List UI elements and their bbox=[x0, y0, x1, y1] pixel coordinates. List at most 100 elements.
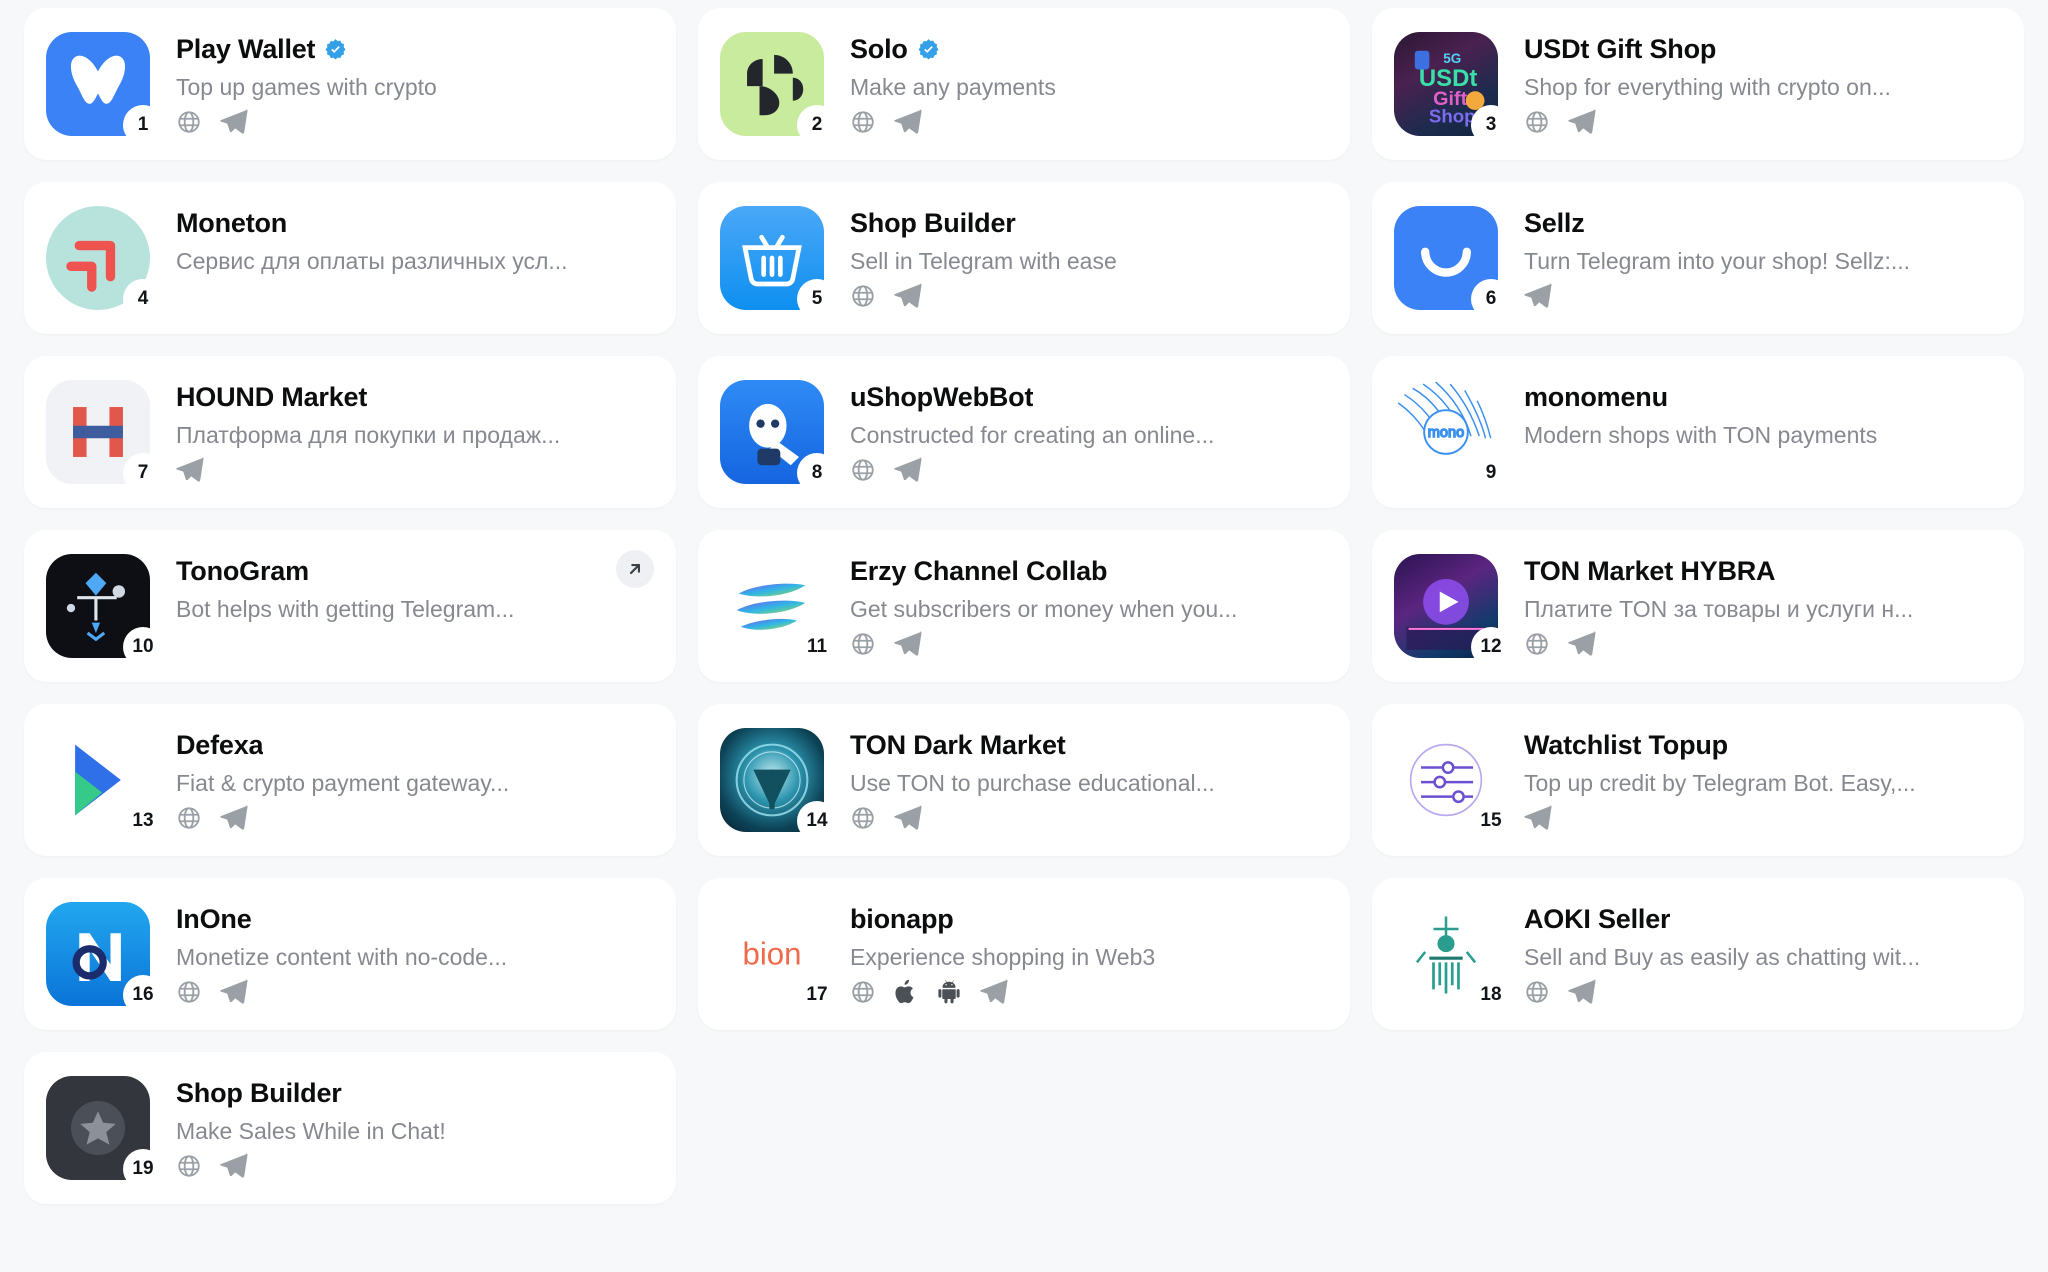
app-card[interactable]: 5G USDt Gift Shop 3 USDt Gift Shop Shop for… bbox=[1372, 8, 2024, 160]
app-card[interactable]: 18 AOKI Seller Sell and Buy as easily as… bbox=[1372, 878, 2024, 1030]
app-info: AOKI Seller Sell and Buy as easily as ch… bbox=[1524, 904, 1998, 1005]
app-card[interactable]: bion 17 bionapp Experience shopping in W… bbox=[698, 878, 1350, 1030]
app-avatar-wrapper: 8 bbox=[720, 380, 834, 490]
globe-icon[interactable] bbox=[850, 805, 876, 831]
svg-text:5G: 5G bbox=[1443, 51, 1461, 66]
app-card[interactable]: 6 Sellz Turn Telegram into your shop! Se… bbox=[1372, 182, 2024, 334]
globe-icon[interactable] bbox=[176, 805, 202, 831]
app-name: Solo bbox=[850, 33, 908, 64]
app-avatar-wrapper: 14 bbox=[720, 728, 834, 838]
app-avatar-wrapper: 7 bbox=[46, 380, 160, 490]
app-card[interactable]: 2 Solo Make any payments bbox=[698, 8, 1350, 160]
telegram-icon[interactable] bbox=[894, 282, 922, 309]
globe-icon[interactable] bbox=[176, 979, 202, 1005]
app-title-row: Shop Builder bbox=[850, 208, 1324, 239]
rank-badge: 13 bbox=[126, 804, 160, 838]
app-links bbox=[850, 456, 1324, 483]
globe-icon[interactable] bbox=[1524, 631, 1550, 657]
globe-icon[interactable] bbox=[850, 457, 876, 483]
app-title-row: Defexa bbox=[176, 730, 650, 761]
app-avatar-wrapper: 18 bbox=[1394, 902, 1508, 1012]
telegram-icon[interactable] bbox=[220, 108, 248, 135]
app-card[interactable]: 15 Watchlist Topup Top up credit by Tele… bbox=[1372, 704, 2024, 856]
app-links bbox=[1524, 630, 1998, 657]
app-description: Turn Telegram into your shop! Sellz:... bbox=[1524, 247, 1911, 274]
telegram-icon[interactable] bbox=[1524, 282, 1552, 309]
globe-icon[interactable] bbox=[176, 1153, 202, 1179]
rank-badge: 4 bbox=[126, 282, 160, 316]
rank-badge: 18 bbox=[1474, 978, 1508, 1012]
app-description: Make any payments bbox=[850, 73, 1056, 100]
globe-icon[interactable] bbox=[1524, 979, 1550, 1005]
app-name: TON Market HYBRA bbox=[1524, 555, 1776, 586]
telegram-icon[interactable] bbox=[894, 456, 922, 483]
app-card[interactable]: 10 TonoGram Bot helps with getting Teleg… bbox=[24, 530, 676, 682]
app-title-row: AOKI Seller bbox=[1524, 904, 1998, 935]
app-info: TON Dark Market Use TON to purchase educ… bbox=[850, 730, 1324, 831]
app-avatar-wrapper: 11 bbox=[720, 554, 834, 664]
app-description: Make Sales While in Chat! bbox=[176, 1117, 446, 1144]
app-info: bionapp Experience shopping in Web3 bbox=[850, 904, 1324, 1005]
app-name: TON Dark Market bbox=[850, 729, 1066, 760]
apple-icon[interactable] bbox=[894, 979, 918, 1005]
app-card[interactable]: 19 Shop Builder Make Sales While in Chat… bbox=[24, 1052, 676, 1204]
telegram-icon[interactable] bbox=[894, 630, 922, 657]
app-card[interactable]: 7 HOUND Market Платформа для покупки и п… bbox=[24, 356, 676, 508]
external-link-icon[interactable] bbox=[616, 550, 654, 588]
app-card[interactable]: 1 Play Wallet Top up games with crypto bbox=[24, 8, 676, 160]
app-description: Сервис для оплаты различных усл... bbox=[176, 247, 568, 274]
telegram-icon[interactable] bbox=[1568, 630, 1596, 657]
app-card[interactable]: 13 Defexa Fiat & crypto payment gateway.… bbox=[24, 704, 676, 856]
globe-icon[interactable] bbox=[850, 979, 876, 1005]
app-card[interactable]: 11 Erzy Channel Collab Get subscribers o… bbox=[698, 530, 1350, 682]
app-links bbox=[176, 631, 650, 657]
telegram-icon[interactable] bbox=[1568, 978, 1596, 1005]
app-name: Erzy Channel Collab bbox=[850, 555, 1108, 586]
globe-icon[interactable] bbox=[850, 109, 876, 135]
app-card[interactable]: 14 TON Dark Market Use TON to purchase e… bbox=[698, 704, 1350, 856]
app-card[interactable]: 5 Shop Builder Sell in Telegram with eas… bbox=[698, 182, 1350, 334]
app-card[interactable]: 8 uShopWebBot Constructed for creating a… bbox=[698, 356, 1350, 508]
telegram-icon[interactable] bbox=[220, 1152, 248, 1179]
app-title-row: Play Wallet bbox=[176, 34, 650, 65]
telegram-icon[interactable] bbox=[176, 456, 204, 483]
telegram-icon[interactable] bbox=[220, 978, 248, 1005]
app-links bbox=[850, 282, 1324, 309]
android-icon[interactable] bbox=[936, 979, 962, 1005]
app-card[interactable]: 16 InOne Monetize content with no-code..… bbox=[24, 878, 676, 1030]
globe-icon[interactable] bbox=[1524, 109, 1550, 135]
app-links bbox=[1524, 804, 1998, 831]
telegram-icon[interactable] bbox=[894, 804, 922, 831]
app-title-row: HOUND Market bbox=[176, 382, 650, 413]
app-card-grid: 1 Play Wallet Top up games with crypto 2… bbox=[0, 0, 2048, 1212]
rank-badge: 5 bbox=[800, 282, 834, 316]
app-description: Monetize content with no-code... bbox=[176, 943, 508, 970]
app-card[interactable]: mono 9 monomenu Modern shops with TON pa… bbox=[1372, 356, 2024, 508]
telegram-icon[interactable] bbox=[980, 978, 1008, 1005]
globe-icon[interactable] bbox=[850, 283, 876, 309]
verified-badge-icon bbox=[324, 38, 347, 61]
app-description: Modern shops with TON payments bbox=[1524, 421, 1878, 448]
app-name: Defexa bbox=[176, 729, 264, 760]
app-description: Get subscribers or money when you... bbox=[850, 595, 1238, 622]
app-avatar-wrapper: 1 bbox=[46, 32, 160, 142]
globe-icon[interactable] bbox=[850, 631, 876, 657]
app-avatar-wrapper: 6 bbox=[1394, 206, 1508, 316]
app-info: Solo Make any payments bbox=[850, 34, 1324, 135]
telegram-icon[interactable] bbox=[1524, 804, 1552, 831]
app-description: Top up games with crypto bbox=[176, 73, 437, 100]
app-avatar-wrapper: 2 bbox=[720, 32, 834, 142]
app-links bbox=[176, 804, 650, 831]
app-description: Experience shopping in Web3 bbox=[850, 943, 1156, 970]
app-avatar-wrapper: 5 bbox=[720, 206, 834, 316]
app-card[interactable]: 4 Moneton Сервис для оплаты различных ус… bbox=[24, 182, 676, 334]
app-description: Платформа для покупки и продаж... bbox=[176, 421, 561, 448]
app-title-row: Shop Builder bbox=[176, 1078, 650, 1109]
telegram-icon[interactable] bbox=[1568, 108, 1596, 135]
app-title-row: TON Market HYBRA bbox=[1524, 556, 1998, 587]
rank-badge: 15 bbox=[1474, 804, 1508, 838]
globe-icon[interactable] bbox=[176, 109, 202, 135]
telegram-icon[interactable] bbox=[220, 804, 248, 831]
telegram-icon[interactable] bbox=[894, 108, 922, 135]
app-card[interactable]: 12 TON Market HYBRA Платите TON за товар… bbox=[1372, 530, 2024, 682]
